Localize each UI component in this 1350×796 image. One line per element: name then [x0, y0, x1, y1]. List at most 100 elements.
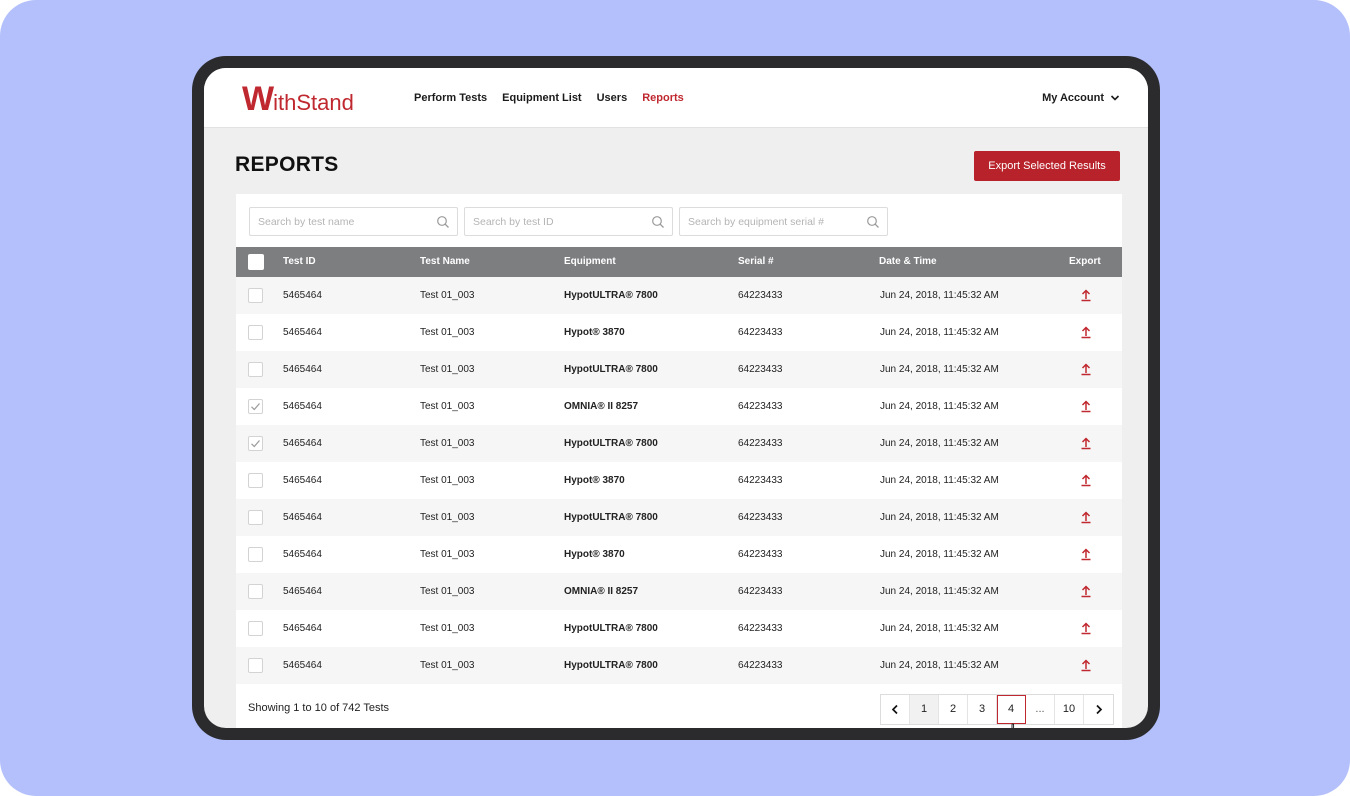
row-checkbox[interactable] — [248, 510, 263, 525]
cell-test-name: Test 01_003 — [420, 549, 475, 560]
cell-test-name: Test 01_003 — [420, 438, 475, 449]
checkmark-icon — [251, 403, 260, 411]
cell-serial: 64223433 — [738, 438, 783, 449]
cell-test-id: 5465464 — [283, 660, 322, 671]
table-row[interactable]: 5465464 Test 01_003 HypotULTRA® 7800 642234… — [236, 499, 1122, 536]
search-icon[interactable] — [436, 215, 450, 229]
nav-item-equipment-list[interactable]: Equipment List — [502, 92, 581, 104]
cell-equipment: HypotULTRA® 7800 — [564, 512, 658, 523]
cell-serial: 64223433 — [738, 549, 783, 560]
cell-serial: 64223433 — [738, 623, 783, 634]
cell-date-time: Jun 24, 2018, 11:45:32 AM — [880, 327, 999, 338]
upload-arrow-icon[interactable] — [1079, 288, 1093, 302]
search-icon[interactable] — [866, 215, 880, 229]
pagination: 1 2 3 4 ... 10 — [880, 694, 1114, 725]
column-header-serial[interactable]: Serial # — [738, 247, 774, 277]
search-test-id-input[interactable] — [473, 208, 643, 235]
my-account-menu[interactable]: My Account — [1042, 68, 1120, 128]
table-row[interactable]: 5465464 Test 01_003 HypotULTRA® 7800 642234… — [236, 277, 1122, 314]
checkmark-icon — [251, 440, 260, 448]
chevron-right-icon — [1096, 704, 1103, 715]
row-checkbox[interactable] — [248, 399, 263, 414]
search-equipment-serial[interactable] — [679, 207, 888, 236]
table-row[interactable]: 5465464 Test 01_003 HypotULTRA® 7800 642234… — [236, 425, 1122, 462]
column-header-test-name[interactable]: Test Name — [420, 247, 470, 277]
row-checkbox[interactable] — [248, 473, 263, 488]
table-row[interactable]: 5465464 Test 01_003 OMNIA® II 8257 64223433… — [236, 388, 1122, 425]
cell-test-id: 5465464 — [283, 512, 322, 523]
cell-date-time: Jun 24, 2018, 11:45:32 AM — [880, 549, 999, 560]
reports-panel: Test ID Test Name Equipment Serial # Dat… — [236, 194, 1122, 728]
cell-test-name: Test 01_003 — [420, 660, 475, 671]
cell-test-id: 5465464 — [283, 475, 322, 486]
row-checkbox[interactable] — [248, 436, 263, 451]
results-count-text: Showing 1 to 10 of 742 Tests — [248, 702, 390, 714]
pagination-page-10[interactable]: 10 — [1055, 695, 1084, 724]
cell-test-name: Test 01_003 — [420, 364, 475, 375]
nav-item-users[interactable]: Users — [597, 92, 628, 104]
column-header-test-id[interactable]: Test ID — [283, 247, 316, 277]
row-checkbox[interactable] — [248, 584, 263, 599]
row-checkbox[interactable] — [248, 288, 263, 303]
search-icon[interactable] — [651, 215, 665, 229]
upload-arrow-icon[interactable] — [1079, 362, 1093, 376]
upload-arrow-icon[interactable] — [1079, 547, 1093, 561]
search-test-name-input[interactable] — [258, 208, 428, 235]
export-selected-results-button[interactable]: Export Selected Results — [974, 151, 1120, 181]
upload-arrow-icon[interactable] — [1079, 584, 1093, 598]
pagination-next-button[interactable] — [1084, 695, 1113, 724]
cell-serial: 64223433 — [738, 364, 783, 375]
chevron-down-icon — [1110, 95, 1120, 101]
table-row[interactable]: 5465464 Test 01_003 HypotULTRA® 7800 642234… — [236, 610, 1122, 647]
row-checkbox[interactable] — [248, 658, 263, 673]
cell-equipment: Hypot® 3870 — [564, 475, 625, 486]
select-all-checkbox[interactable] — [248, 254, 264, 270]
row-checkbox[interactable] — [248, 547, 263, 562]
pagination-page-2[interactable]: 2 — [939, 695, 968, 724]
upload-arrow-icon[interactable] — [1079, 436, 1093, 450]
row-checkbox[interactable] — [248, 325, 263, 340]
logo-initial: W — [242, 80, 274, 118]
table-row[interactable]: 5465464 Test 01_003 HypotULTRA® 7800 642234… — [236, 647, 1122, 684]
column-header-equipment[interactable]: Equipment — [564, 247, 616, 277]
cell-serial: 64223433 — [738, 401, 783, 412]
cell-test-name: Test 01_003 — [420, 401, 475, 412]
cell-test-name: Test 01_003 — [420, 475, 475, 486]
cell-test-name: Test 01_003 — [420, 586, 475, 597]
table-row[interactable]: 5465464 Test 01_003 Hypot® 3870 64223433 Jun… — [236, 314, 1122, 351]
pagination-page-4[interactable]: 4 — [997, 695, 1026, 724]
upload-arrow-icon[interactable] — [1079, 621, 1093, 635]
nav-item-perform-tests[interactable]: Perform Tests — [414, 92, 487, 104]
cell-date-time: Jun 24, 2018, 11:45:32 AM — [880, 586, 999, 597]
cell-test-name: Test 01_003 — [420, 623, 475, 634]
upload-arrow-icon[interactable] — [1079, 325, 1093, 339]
table-row[interactable]: 5465464 Test 01_003 HypotULTRA® 7800 642234… — [236, 351, 1122, 388]
cell-serial: 64223433 — [738, 660, 783, 671]
cell-equipment: OMNIA® II 8257 — [564, 401, 639, 412]
table-row[interactable]: 5465464 Test 01_003 Hypot® 3870 64223433 Jun… — [236, 536, 1122, 573]
cell-test-id: 5465464 — [283, 401, 322, 412]
pagination-page-3[interactable]: 3 — [968, 695, 997, 724]
row-checkbox[interactable] — [248, 621, 263, 636]
upload-arrow-icon[interactable] — [1079, 510, 1093, 524]
search-serial-input[interactable] — [688, 208, 858, 235]
upload-arrow-icon[interactable] — [1079, 473, 1093, 487]
pagination-prev-button[interactable] — [881, 695, 910, 724]
nav-item-reports[interactable]: Reports — [642, 92, 684, 104]
search-test-id[interactable] — [464, 207, 673, 236]
cell-test-name: Test 01_003 — [420, 327, 475, 338]
cell-serial: 64223433 — [738, 475, 783, 486]
cell-equipment: HypotULTRA® 7800 — [564, 438, 658, 449]
cell-test-id: 5465464 — [283, 623, 322, 634]
row-checkbox[interactable] — [248, 362, 263, 377]
pagination-page-1[interactable]: 1 — [910, 695, 939, 724]
upload-arrow-icon[interactable] — [1079, 399, 1093, 413]
search-test-name[interactable] — [249, 207, 458, 236]
column-header-date-time[interactable]: Date & Time — [879, 247, 937, 277]
withstand-logo[interactable]: WithStand — [242, 80, 354, 116]
logo-wordmark: ithStand — [273, 90, 354, 115]
upload-arrow-icon[interactable] — [1079, 658, 1093, 672]
table-row[interactable]: 5465464 Test 01_003 OMNIA® II 8257 64223433… — [236, 573, 1122, 610]
table-row[interactable]: 5465464 Test 01_003 Hypot® 3870 64223433 Jun… — [236, 462, 1122, 499]
cell-equipment: HypotULTRA® 7800 — [564, 290, 658, 301]
